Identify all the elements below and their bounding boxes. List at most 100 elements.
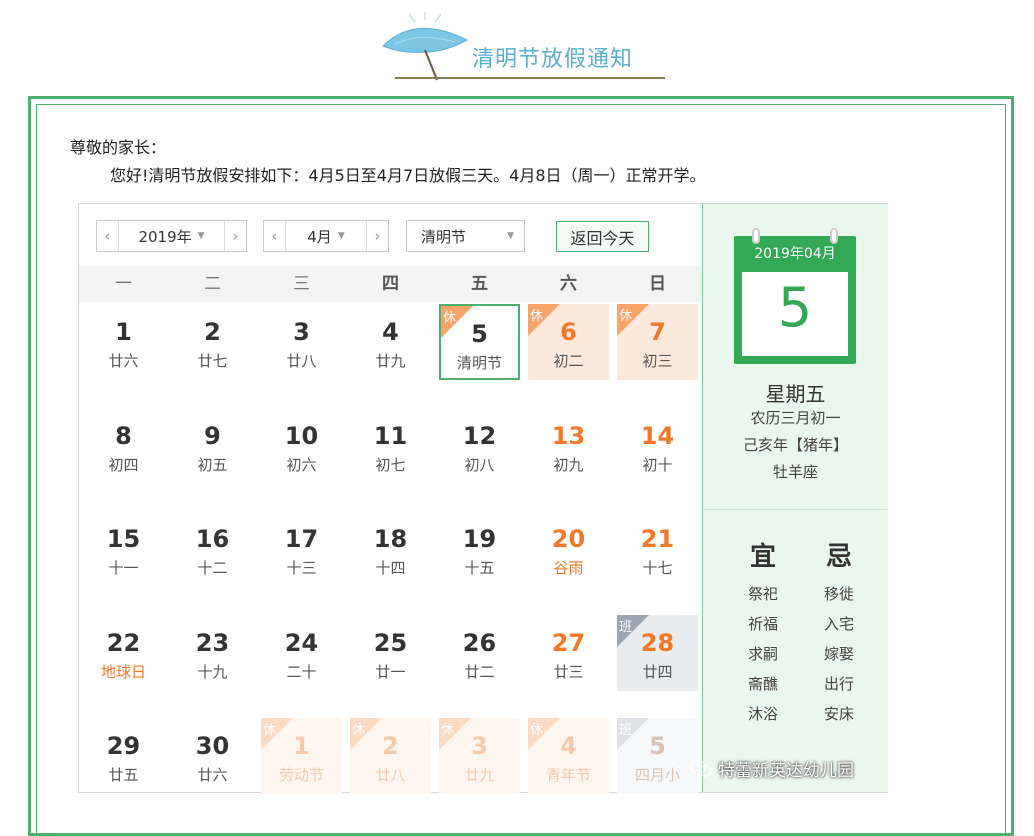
day-number: 3	[471, 732, 488, 760]
month-selector[interactable]: ‹ 4月 ▼ ›	[263, 220, 389, 252]
next-month-icon[interactable]: ›	[366, 221, 388, 251]
yi-item: 斋醮	[747, 675, 778, 693]
pad-month-header: 2019年04月	[754, 246, 836, 262]
calendar-day-cell[interactable]: 15 十一	[83, 511, 164, 587]
yi-item: 祭祀	[747, 585, 778, 603]
prev-month-icon[interactable]: ‹	[264, 221, 286, 251]
weekday-label: 一	[115, 274, 132, 294]
lunar-label: 十九	[197, 662, 228, 681]
day-number: 27	[551, 628, 586, 657]
date-pad: 2019年04月 5	[734, 228, 856, 364]
lunar-label: 廿一	[375, 662, 406, 681]
calendar-day-cell[interactable]: 3 廿八	[261, 304, 342, 380]
day-number: 3	[293, 318, 310, 346]
calendar-day-cell[interactable]: 19 十五	[439, 511, 520, 587]
yi-item: 祈福	[747, 615, 778, 633]
day-number: 30	[195, 732, 230, 760]
letter-body: 您好!清明节放假安排如下：4月5日至4月7日放假三天。4月8日（周一）正常开学。	[110, 166, 706, 185]
calendar-day-cell[interactable]: 30 廿六	[172, 718, 253, 794]
day-number: 13	[551, 421, 586, 450]
calendar-day-cell[interactable]: 1 廿六	[83, 304, 164, 380]
next-year-icon[interactable]: ›	[224, 221, 246, 251]
holiday-selector[interactable]: 清明节 ▼	[406, 220, 525, 252]
day-number: 18	[373, 525, 408, 553]
day-number: 15	[106, 525, 141, 553]
calendar-day-cell[interactable]: 11 初七	[350, 408, 431, 484]
calendar-day-cell[interactable]: 29 廿五	[83, 718, 164, 794]
calendar-day-cell[interactable]: 17 十三	[261, 511, 342, 587]
day-number: 22	[106, 628, 141, 657]
calendar-day-cell[interactable]: 休 5 清明节	[439, 304, 520, 380]
calendar-day-cell[interactable]: 25 廿一	[350, 615, 431, 691]
day-number: 1	[293, 732, 310, 760]
calendar-day-cell[interactable]: 休 4 青年节	[528, 718, 609, 794]
calendar-day-cell[interactable]: 20 谷雨	[528, 511, 609, 587]
selected-weekday: 星期五	[765, 382, 826, 406]
calendar-day-cell[interactable]: 23 十九	[172, 615, 253, 691]
calendar-day-cell[interactable]: 27 廿三	[528, 615, 609, 691]
lunar-label: 廿三	[553, 662, 584, 681]
calendar-day-cell[interactable]: 休 3 廿九	[439, 718, 520, 794]
calendar-day-cell[interactable]: 休 2 廿八	[350, 718, 431, 794]
day-number: 19	[462, 525, 497, 553]
chevron-down-icon: ▼	[507, 231, 514, 241]
ganzhi-year: 己亥年【猪年】	[742, 436, 848, 454]
calendar-day-cell[interactable]: 21 十七	[617, 511, 698, 587]
notice-header: 清明节放假通知	[375, 8, 675, 83]
lunar-label: 廿七	[197, 352, 228, 370]
lunar-label: 四月小	[634, 766, 680, 784]
calendar-day-cell[interactable]: 10 初六	[261, 408, 342, 484]
calendar-day-cell[interactable]: 班 5 四月小	[617, 718, 698, 794]
lunar-label: 初八	[464, 455, 495, 474]
ji-title: 忌	[825, 542, 852, 572]
calendar-day-cell[interactable]: 24 二十	[261, 615, 342, 691]
weekday-label: 二	[204, 274, 221, 294]
zodiac-sign: 牡羊座	[772, 463, 818, 481]
lunar-label: 劳动节	[278, 766, 324, 784]
calendar-day-cell[interactable]: 9 初五	[172, 408, 253, 484]
lunar-label: 廿二	[464, 662, 495, 681]
lunar-label: 青年节	[545, 766, 591, 784]
lunar-label: 十二	[197, 559, 228, 577]
calendar-day-cell[interactable]: 12 初八	[439, 408, 520, 484]
day-number: 7	[649, 318, 666, 346]
day-number: 24	[284, 628, 319, 657]
calendar-day-cell[interactable]: 16 十二	[172, 511, 253, 587]
back-to-today-button[interactable]: 返回今天	[556, 221, 649, 252]
ji-item: 嫁娶	[823, 645, 854, 663]
wechat-icon	[690, 759, 712, 777]
calendar-day-cell[interactable]: 休 7 初三	[617, 304, 698, 380]
weekday-label: 日	[649, 274, 666, 294]
yi-title: 宜	[749, 542, 776, 572]
calendar-day-cell[interactable]: 13 初九	[528, 408, 609, 484]
lunar-date: 农历三月初一	[750, 409, 841, 427]
lunar-label: 廿九	[375, 352, 406, 370]
calendar-day-cell[interactable]: 22 地球日	[83, 615, 164, 691]
year-select-value: 2019年	[138, 227, 192, 246]
calendar-day-cell[interactable]: 2 廿七	[172, 304, 253, 380]
year-selector[interactable]: ‹ 2019年 ▼ ›	[96, 220, 247, 252]
calendar-day-cell[interactable]: 14 初十	[617, 408, 698, 484]
ji-item: 移徙	[823, 585, 854, 603]
weekday-label: 六	[560, 274, 577, 294]
lunar-label: 十一	[108, 559, 139, 577]
weekday-label: 四	[382, 274, 399, 294]
calendar-day-cell[interactable]: 8 初四	[83, 408, 164, 484]
yi-item: 求嗣	[747, 645, 778, 663]
lunar-label: 初十	[642, 455, 673, 474]
lunar-label: 廿八	[286, 352, 317, 370]
lunar-label: 初六	[286, 455, 317, 474]
calendar-day-cell[interactable]: 休 1 劳动节	[261, 718, 342, 794]
prev-year-icon[interactable]: ‹	[97, 221, 119, 251]
calendar-day-cell[interactable]: 休 6 初二	[528, 304, 609, 380]
day-number: 12	[462, 421, 497, 450]
lunar-label: 初七	[375, 455, 406, 474]
calendar-day-cell[interactable]: 26 廿二	[439, 615, 520, 691]
lunar-label: 初九	[553, 455, 584, 474]
calendar-day-cell[interactable]: 4 廿九	[350, 304, 431, 380]
calendar-day-cell[interactable]: 班 28 廿四	[617, 614, 698, 691]
calendar-day-cell[interactable]: 18 十四	[350, 511, 431, 587]
lunar-label: 地球日	[100, 662, 146, 681]
selected-day-number: 5	[777, 276, 813, 339]
day-number: 6	[560, 318, 577, 346]
